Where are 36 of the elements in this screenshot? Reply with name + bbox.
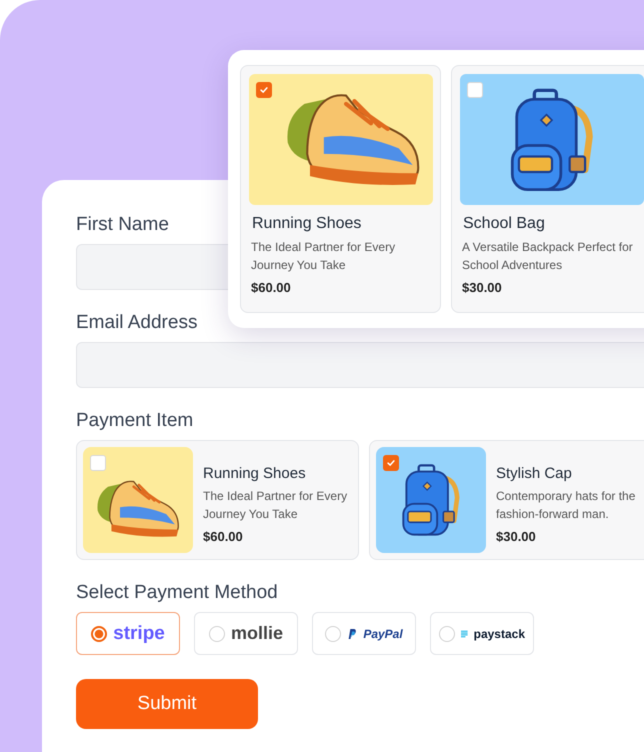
product-option[interactable]: Running Shoes The Ideal Partner for Every Journey You Take $60.00: [76, 440, 359, 560]
section-label: Payment Item: [76, 410, 194, 432]
product-description: A Versatile Backpack Perfect for School Adventures: [461, 239, 634, 274]
paystack-logo-icon: [461, 628, 468, 638]
radio-button[interactable]: [91, 626, 108, 642]
radio-button[interactable]: [208, 626, 225, 642]
product-name: Running Shoes: [203, 465, 306, 482]
checkbox[interactable]: [383, 455, 399, 471]
payment-method-option[interactable]: mollie: [194, 612, 298, 655]
input-field[interactable]: [76, 244, 228, 290]
product-name: Running Shoes: [251, 215, 362, 233]
input-field[interactable]: [76, 342, 644, 388]
check-icon: [259, 85, 269, 95]
field-label: Email Address: [76, 312, 198, 334]
field-label: First Name: [76, 214, 169, 236]
product-price: $30.00: [461, 280, 502, 295]
paypal-logo-icon: [347, 628, 358, 640]
product-option[interactable]: Stylish Cap Contemporary hats for the fashion-forward man. $30.00: [369, 440, 644, 560]
product-description: The Ideal Partner for Every Journey You Take: [203, 488, 348, 523]
section-label: Select Payment Method: [76, 582, 278, 604]
checkbox[interactable]: [256, 82, 272, 98]
product-price: $60.00: [250, 280, 291, 295]
product-name: School Bag: [462, 215, 545, 233]
radio-button[interactable]: [325, 626, 342, 642]
check-icon: [386, 458, 396, 468]
product-description: The Ideal Partner for Every Journey You Take: [250, 239, 396, 274]
product-option[interactable]: Running Shoes The Ideal Partner for Every Journey You Take $60.00: [240, 65, 441, 313]
product-description: Contemporary hats for the fashion-forward man.: [496, 488, 636, 523]
payment-method-option[interactable]: stripe: [76, 612, 180, 655]
product-name: Stylish Cap: [496, 465, 572, 482]
payment-method-option[interactable]: paystack: [430, 612, 534, 655]
product-price: $30.00: [496, 529, 536, 544]
payment-method-option[interactable]: PayPal: [312, 612, 416, 655]
product-price: $60.00: [203, 529, 243, 544]
radio-button[interactable]: [439, 626, 455, 642]
product-option[interactable]: School Bag A Versatile Backpack Perfect for School Adventures $30.00: [451, 65, 644, 313]
